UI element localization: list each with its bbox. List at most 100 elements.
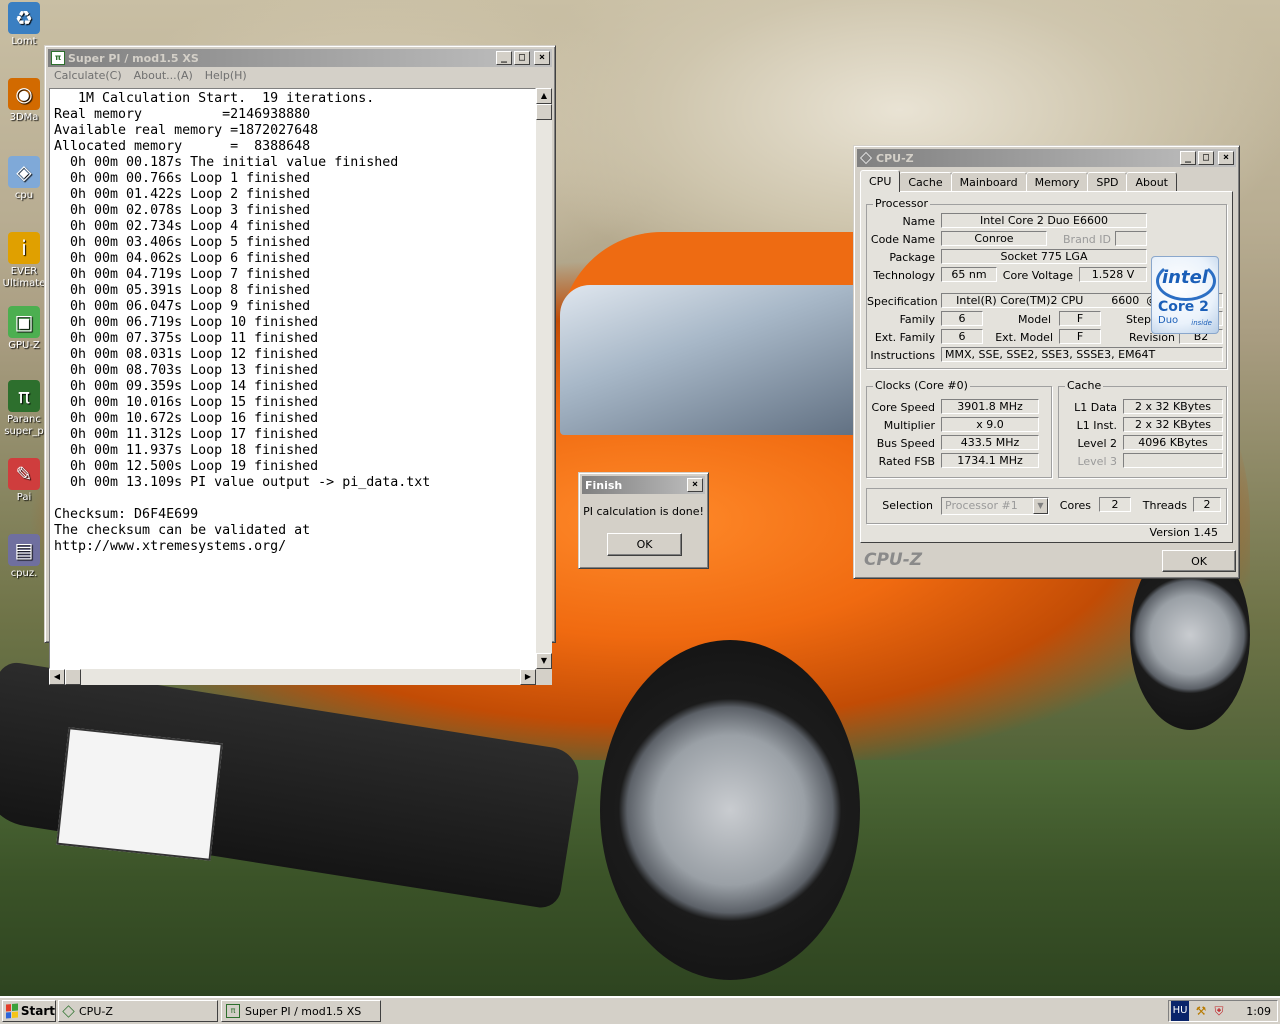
close-button[interactable]: × xyxy=(687,478,703,492)
processor-select[interactable]: Processor #1 ▼ xyxy=(941,497,1049,515)
technology-label: Technology xyxy=(873,269,935,282)
selection-group: Selection Processor #1 ▼ Cores 2 Threads… xyxy=(866,488,1227,524)
extfamily-field: 6 xyxy=(941,329,983,344)
clocks-group-label: Clocks (Core #0) xyxy=(873,379,970,392)
desktop-icon-everest[interactable]: i EVER Ultimate xyxy=(2,232,46,290)
tab-about[interactable]: About xyxy=(1126,172,1177,192)
scroll-left-icon[interactable]: ◀ xyxy=(49,669,65,685)
superpi-window[interactable]: π Super PI / mod1.5 XS _ □ × Calculate(C… xyxy=(44,45,556,685)
scroll-right-icon[interactable]: ▶ xyxy=(520,669,536,685)
tab-cache[interactable]: Cache xyxy=(899,172,952,192)
hscroll-thumb[interactable] xyxy=(65,669,81,685)
scroll-up-icon[interactable]: ▲ xyxy=(536,88,552,104)
maximize-button[interactable]: □ xyxy=(514,51,530,65)
superpi-task-icon: π xyxy=(226,1004,240,1018)
resize-grip-icon[interactable] xyxy=(536,669,552,685)
vertical-scrollbar[interactable]: ▲ ▼ xyxy=(536,88,552,669)
codename-field: Conroe xyxy=(941,231,1047,246)
chevron-down-icon[interactable]: ▼ xyxy=(1033,498,1048,514)
desktop-icon-3dmark[interactable]: ◉ 3DMa xyxy=(2,78,46,124)
minimize-button[interactable]: _ xyxy=(496,51,512,65)
tab-mainboard[interactable]: Mainboard xyxy=(950,172,1027,192)
cpuz-titlebar[interactable]: CPU-Z _ □ × xyxy=(857,149,1236,167)
threads-label: Threads xyxy=(1142,499,1187,512)
close-button[interactable]: × xyxy=(534,51,550,65)
family-label: Family xyxy=(899,313,935,326)
brandid-field xyxy=(1115,231,1147,246)
voltage-field: 1.528 V xyxy=(1079,267,1147,282)
cpuz-window[interactable]: CPU-Z _ □ × CPU Cache Mainboard Memory S… xyxy=(853,145,1240,579)
core-speed-field: 3901.8 MHz xyxy=(941,399,1039,414)
menu-about[interactable]: About...(A) xyxy=(134,69,193,87)
horizontal-scrollbar[interactable]: ◀ ▶ xyxy=(49,669,536,685)
rated-fsb-label: Rated FSB xyxy=(878,455,935,468)
cache-group: Cache L1 Data 2 x 32 KBytes L1 Inst. 2 x… xyxy=(1058,379,1227,478)
core2-text: Core 2 xyxy=(1158,299,1209,315)
tray-tool-icon[interactable]: ⚒ xyxy=(1193,1003,1209,1019)
tab-memory[interactable]: Memory xyxy=(1025,172,1089,192)
superpi-titlebar[interactable]: π Super PI / mod1.5 XS _ □ × xyxy=(48,49,552,67)
wallpaper-license-plate xyxy=(56,727,223,861)
l1-inst-label: L1 Inst. xyxy=(1076,419,1117,432)
cpuz-shortcut-icon: ◈ xyxy=(8,156,40,188)
package-field: Socket 775 LGA xyxy=(941,249,1147,264)
menu-help[interactable]: Help(H) xyxy=(205,69,247,87)
desktop-icon-recycle-bin[interactable]: ♻ Lomt xyxy=(2,2,46,48)
desktop-icon-paint[interactable]: ✎ Pai xyxy=(2,458,46,504)
cpuz-tabs: CPU Cache Mainboard Memory SPD About xyxy=(860,170,1177,192)
extmodel-label: Ext. Model xyxy=(995,331,1053,344)
clocks-group: Clocks (Core #0) Core Speed 3901.8 MHz M… xyxy=(866,379,1052,478)
taskbar: Start CPU-Z π Super PI / mod1.5 XS HU ⚒ … xyxy=(0,996,1280,1024)
desktop-icon-label: Lomt xyxy=(11,36,37,47)
cpuz-app-icon xyxy=(860,152,872,164)
duo-text: Duo xyxy=(1158,315,1179,326)
superpi-output-area[interactable]: 1M Calculation Start. 19 iterations. Rea… xyxy=(49,88,536,669)
ok-button[interactable]: OK xyxy=(607,533,682,556)
taskbar-button-superpi-label: Super PI / mod1.5 XS xyxy=(245,1004,362,1018)
gpuz-icon: ▣ xyxy=(8,306,40,338)
desktop-icon-label: 3DMa xyxy=(9,112,39,123)
scroll-down-icon[interactable]: ▼ xyxy=(536,653,552,669)
maximize-button[interactable]: □ xyxy=(1198,151,1214,165)
cpuz-task-icon xyxy=(62,1004,75,1018)
selection-label: Selection xyxy=(882,499,933,512)
l1-data-field: 2 x 32 KBytes xyxy=(1123,399,1223,414)
desktop-icon-label: Paranc super_p xyxy=(4,414,44,437)
processor-group-label: Processor xyxy=(873,197,930,210)
spec-label: Specification xyxy=(867,295,938,308)
desktop-icon-cpuz-shortcut[interactable]: ◈ cpu xyxy=(2,156,46,202)
bus-speed-label: Bus Speed xyxy=(876,437,935,450)
codename-label: Code Name xyxy=(870,233,935,246)
start-button[interactable]: Start xyxy=(2,1000,56,1022)
cpuz-title: CPU-Z xyxy=(876,151,914,165)
desktop-icon-gpuz[interactable]: ▣ GPU-Z xyxy=(2,306,46,352)
cores-label: Cores xyxy=(1059,499,1091,512)
desktop-icon-label: GPU-Z xyxy=(8,340,40,351)
finish-titlebar[interactable]: Finish × xyxy=(582,476,705,494)
3dmark-icon: ◉ xyxy=(8,78,40,110)
core-speed-label: Core Speed xyxy=(871,401,935,414)
menu-calculate[interactable]: Calculate(C) xyxy=(54,69,122,87)
close-button[interactable]: × xyxy=(1218,151,1234,165)
voltage-label: Core Voltage xyxy=(1002,269,1073,282)
desktop-icon-cpuz-file[interactable]: ▤ cpuz. xyxy=(2,534,46,580)
tab-spd[interactable]: SPD xyxy=(1087,172,1128,192)
system-tray: ⚒ ⛨ 1:09 xyxy=(1168,1000,1278,1022)
desktop-icon-label: Pai xyxy=(16,492,32,503)
multiplier-field: x 9.0 xyxy=(941,417,1039,432)
desktop-icon-superpi-shortcut[interactable]: π Paranc super_p xyxy=(2,380,46,438)
taskbar-button-cpuz-label: CPU-Z xyxy=(79,1004,113,1018)
wallpaper-car-windshield xyxy=(560,285,870,435)
scroll-thumb[interactable] xyxy=(536,104,552,120)
tab-cpu[interactable]: CPU xyxy=(860,170,901,192)
windows-logo-icon xyxy=(6,1003,18,1019)
taskbar-button-cpuz[interactable]: CPU-Z xyxy=(58,1000,218,1022)
package-label: Package xyxy=(889,251,935,264)
taskbar-clock[interactable]: 1:09 xyxy=(1246,1005,1271,1018)
taskbar-button-superpi[interactable]: π Super PI / mod1.5 XS xyxy=(221,1000,381,1022)
finish-dialog[interactable]: Finish × PI calculation is done! OK xyxy=(578,472,709,569)
ok-button[interactable]: OK xyxy=(1162,550,1236,572)
tray-shield-icon[interactable]: ⛨ xyxy=(1211,1003,1227,1019)
inside-text: inside xyxy=(1191,319,1212,327)
minimize-button[interactable]: _ xyxy=(1180,151,1196,165)
